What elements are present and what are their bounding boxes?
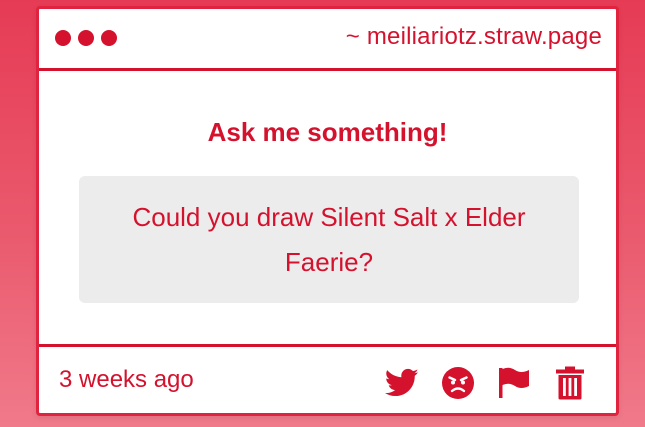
- action-bar: [384, 365, 588, 401]
- trash-icon: [556, 366, 584, 400]
- card-footer: 3 weeks ago: [39, 344, 616, 416]
- window-controls: [55, 30, 117, 46]
- flag-button[interactable]: [496, 365, 532, 401]
- window-titlebar: ~ meiliariotz.straw.page: [39, 9, 616, 71]
- window-dot-1: [55, 30, 71, 46]
- delete-button[interactable]: [552, 365, 588, 401]
- window-dot-2: [78, 30, 94, 46]
- window-dot-3: [101, 30, 117, 46]
- question-box: Could you draw Silent Salt x Elder Faeri…: [79, 176, 579, 303]
- twitter-icon: [385, 368, 419, 397]
- page-url: ~ meiliariotz.straw.page: [345, 23, 602, 50]
- question-card: ~ meiliariotz.straw.page Ask me somethin…: [36, 6, 619, 416]
- report-rude-button[interactable]: [440, 365, 476, 401]
- question-text: Could you draw Silent Salt x Elder Faeri…: [132, 201, 526, 277]
- flag-icon: [499, 367, 529, 398]
- page-title: Ask me something!: [207, 117, 448, 147]
- share-twitter-button[interactable]: [384, 365, 420, 401]
- angry-face-icon: [442, 367, 474, 399]
- timestamp: 3 weeks ago: [59, 366, 194, 393]
